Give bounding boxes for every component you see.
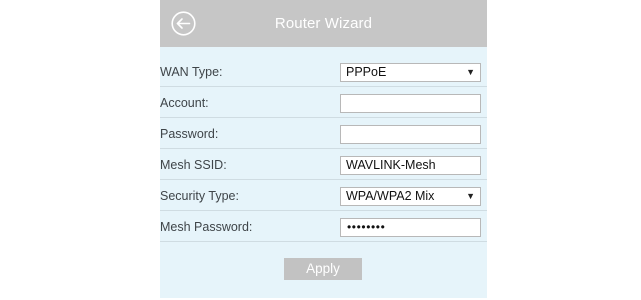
row-security-type: Security Type: WPA/WPA2 Mix ▼ [160,183,487,211]
password-input[interactable] [340,125,481,144]
account-input[interactable] [340,94,481,113]
mesh-ssid-value: WAVLINK-Mesh [346,158,436,172]
back-button[interactable] [171,11,196,36]
row-mesh-password: Mesh Password: •••••••• [160,214,487,242]
mesh-ssid-input[interactable]: WAVLINK-Mesh [340,156,481,175]
security-type-select[interactable]: WPA/WPA2 Mix ▼ [340,187,481,206]
apply-button[interactable]: Apply [284,258,362,280]
dropdown-arrow-icon: ▼ [466,67,475,77]
wan-type-select[interactable]: PPPoE ▼ [340,63,481,82]
back-arrow-circle-icon [171,11,196,36]
security-type-label: Security Type: [160,189,239,203]
router-wizard-panel: Router Wizard WAN Type: PPPoE ▼ Account:… [160,0,487,298]
row-password: Password: [160,121,487,149]
row-account: Account: [160,90,487,118]
mesh-ssid-label: Mesh SSID: [160,158,227,172]
header-bar: Router Wizard [160,0,487,47]
password-label: Password: [160,127,219,141]
wan-type-label: WAN Type: [160,65,223,79]
account-label: Account: [160,96,209,110]
page-title: Router Wizard [274,15,373,32]
wan-type-value: PPPoE [346,65,387,79]
security-type-value: WPA/WPA2 Mix [346,189,435,203]
mesh-password-masked-value: •••••••• [347,220,386,234]
row-wan-type: WAN Type: PPPoE ▼ [160,59,487,87]
dropdown-arrow-icon: ▼ [466,191,475,201]
row-mesh-ssid: Mesh SSID: WAVLINK-Mesh [160,152,487,180]
mesh-password-input[interactable]: •••••••• [340,218,481,237]
mesh-password-label: Mesh Password: [160,220,253,234]
